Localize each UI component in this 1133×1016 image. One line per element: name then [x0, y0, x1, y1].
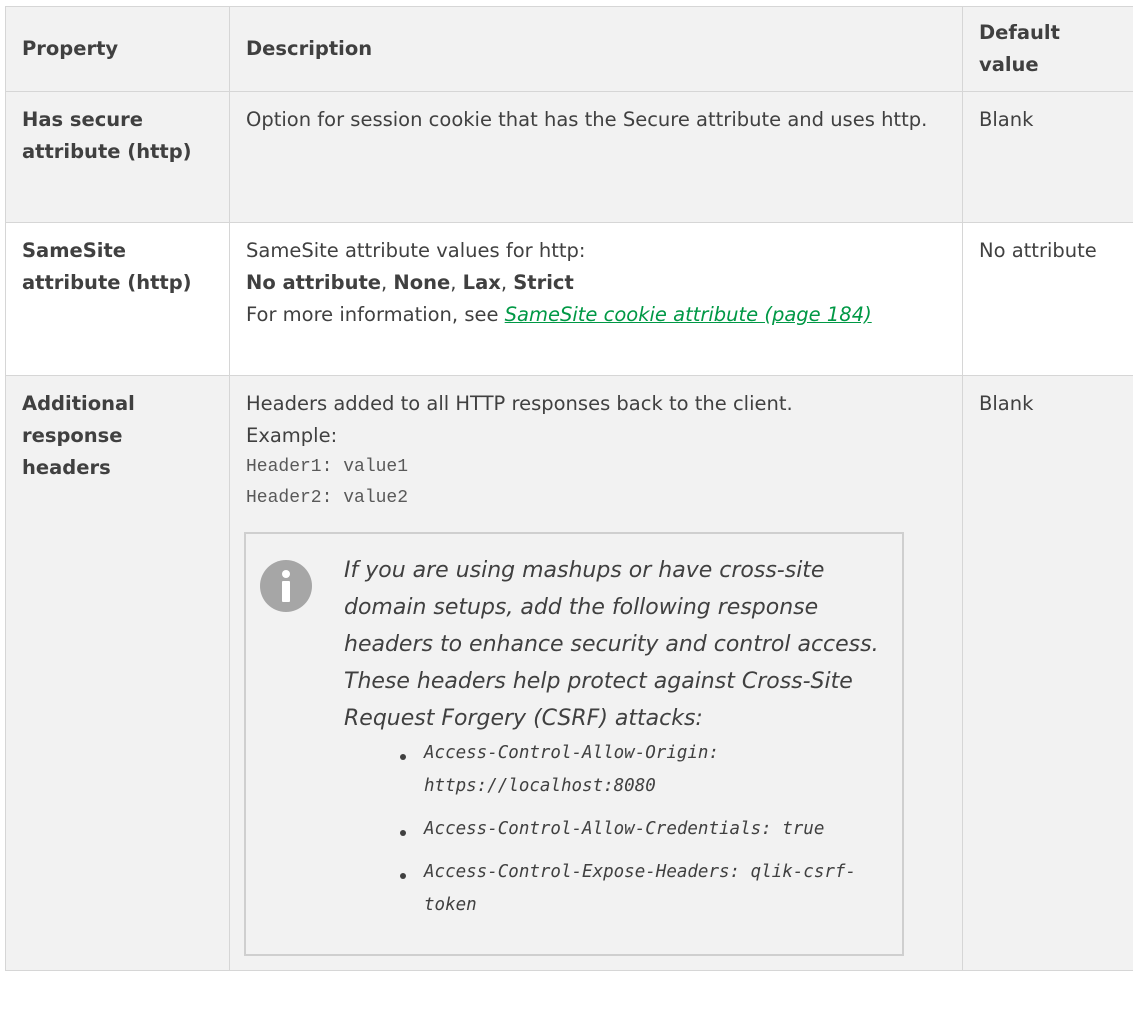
column-header-property: Property [5, 6, 230, 92]
column-header-default-value: Default value [962, 6, 1133, 92]
description-text: Headers added to all HTTP responses back… [246, 392, 793, 415]
table-header-row: Property Description Default value [5, 6, 1133, 92]
list-item: Access-Control-Expose-Headers: qlik-csrf… [396, 856, 882, 922]
option-value: Strict [513, 271, 574, 294]
option-value: None [393, 271, 451, 294]
property-name: Has secure attribute (http) [5, 91, 230, 223]
property-description: SameSite attribute values for http: No a… [229, 222, 963, 376]
property-name: Additional response headers [5, 375, 230, 971]
code-line: Header1: value1 [246, 457, 409, 477]
option-separator: , [450, 271, 463, 294]
table-row: SameSite attribute (http) SameSite attri… [5, 222, 1133, 376]
column-header-description: Description [229, 6, 963, 92]
note-text: If you are using mashups or have cross-s… [344, 558, 879, 731]
properties-table: Property Description Default value Has s… [5, 6, 1133, 971]
samesite-cookie-link[interactable]: SameSite cookie attribute (page 184) [505, 303, 872, 326]
table-row: Has secure attribute (http) Option for s… [5, 91, 1133, 223]
list-item: Access-Control-Allow-Origin: https://loc… [396, 737, 882, 803]
info-icon [260, 560, 312, 612]
description-text: SameSite attribute values for http: [246, 239, 586, 262]
option-separator: , [381, 271, 394, 294]
more-info-prefix: For more information, see [246, 303, 505, 326]
default-value: Blank [962, 91, 1133, 223]
option-values: No attribute, None, Lax, Strict [246, 267, 948, 299]
property-description: Headers added to all HTTP responses back… [229, 375, 963, 971]
list-item: Access-Control-Allow-Credentials: true [396, 813, 882, 846]
default-value: No attribute [962, 222, 1133, 376]
table-row: Additional response headers Headers adde… [5, 375, 1133, 971]
code-line: Header2: value2 [246, 488, 409, 508]
more-info: For more information, see SameSite cooki… [246, 299, 948, 331]
note-list: Access-Control-Allow-Origin: https://loc… [344, 737, 882, 922]
option-value: Lax [462, 271, 501, 294]
note-box: If you are using mashups or have cross-s… [244, 532, 904, 956]
default-value: Blank [962, 375, 1133, 971]
property-description: Option for session cookie that has the S… [229, 91, 963, 223]
option-separator: , [500, 271, 514, 294]
property-name: SameSite attribute (http) [5, 222, 230, 376]
option-value: No attribute [246, 271, 381, 294]
note-content: If you are using mashups or have cross-s… [344, 552, 882, 932]
example-label: Example: [246, 424, 338, 447]
